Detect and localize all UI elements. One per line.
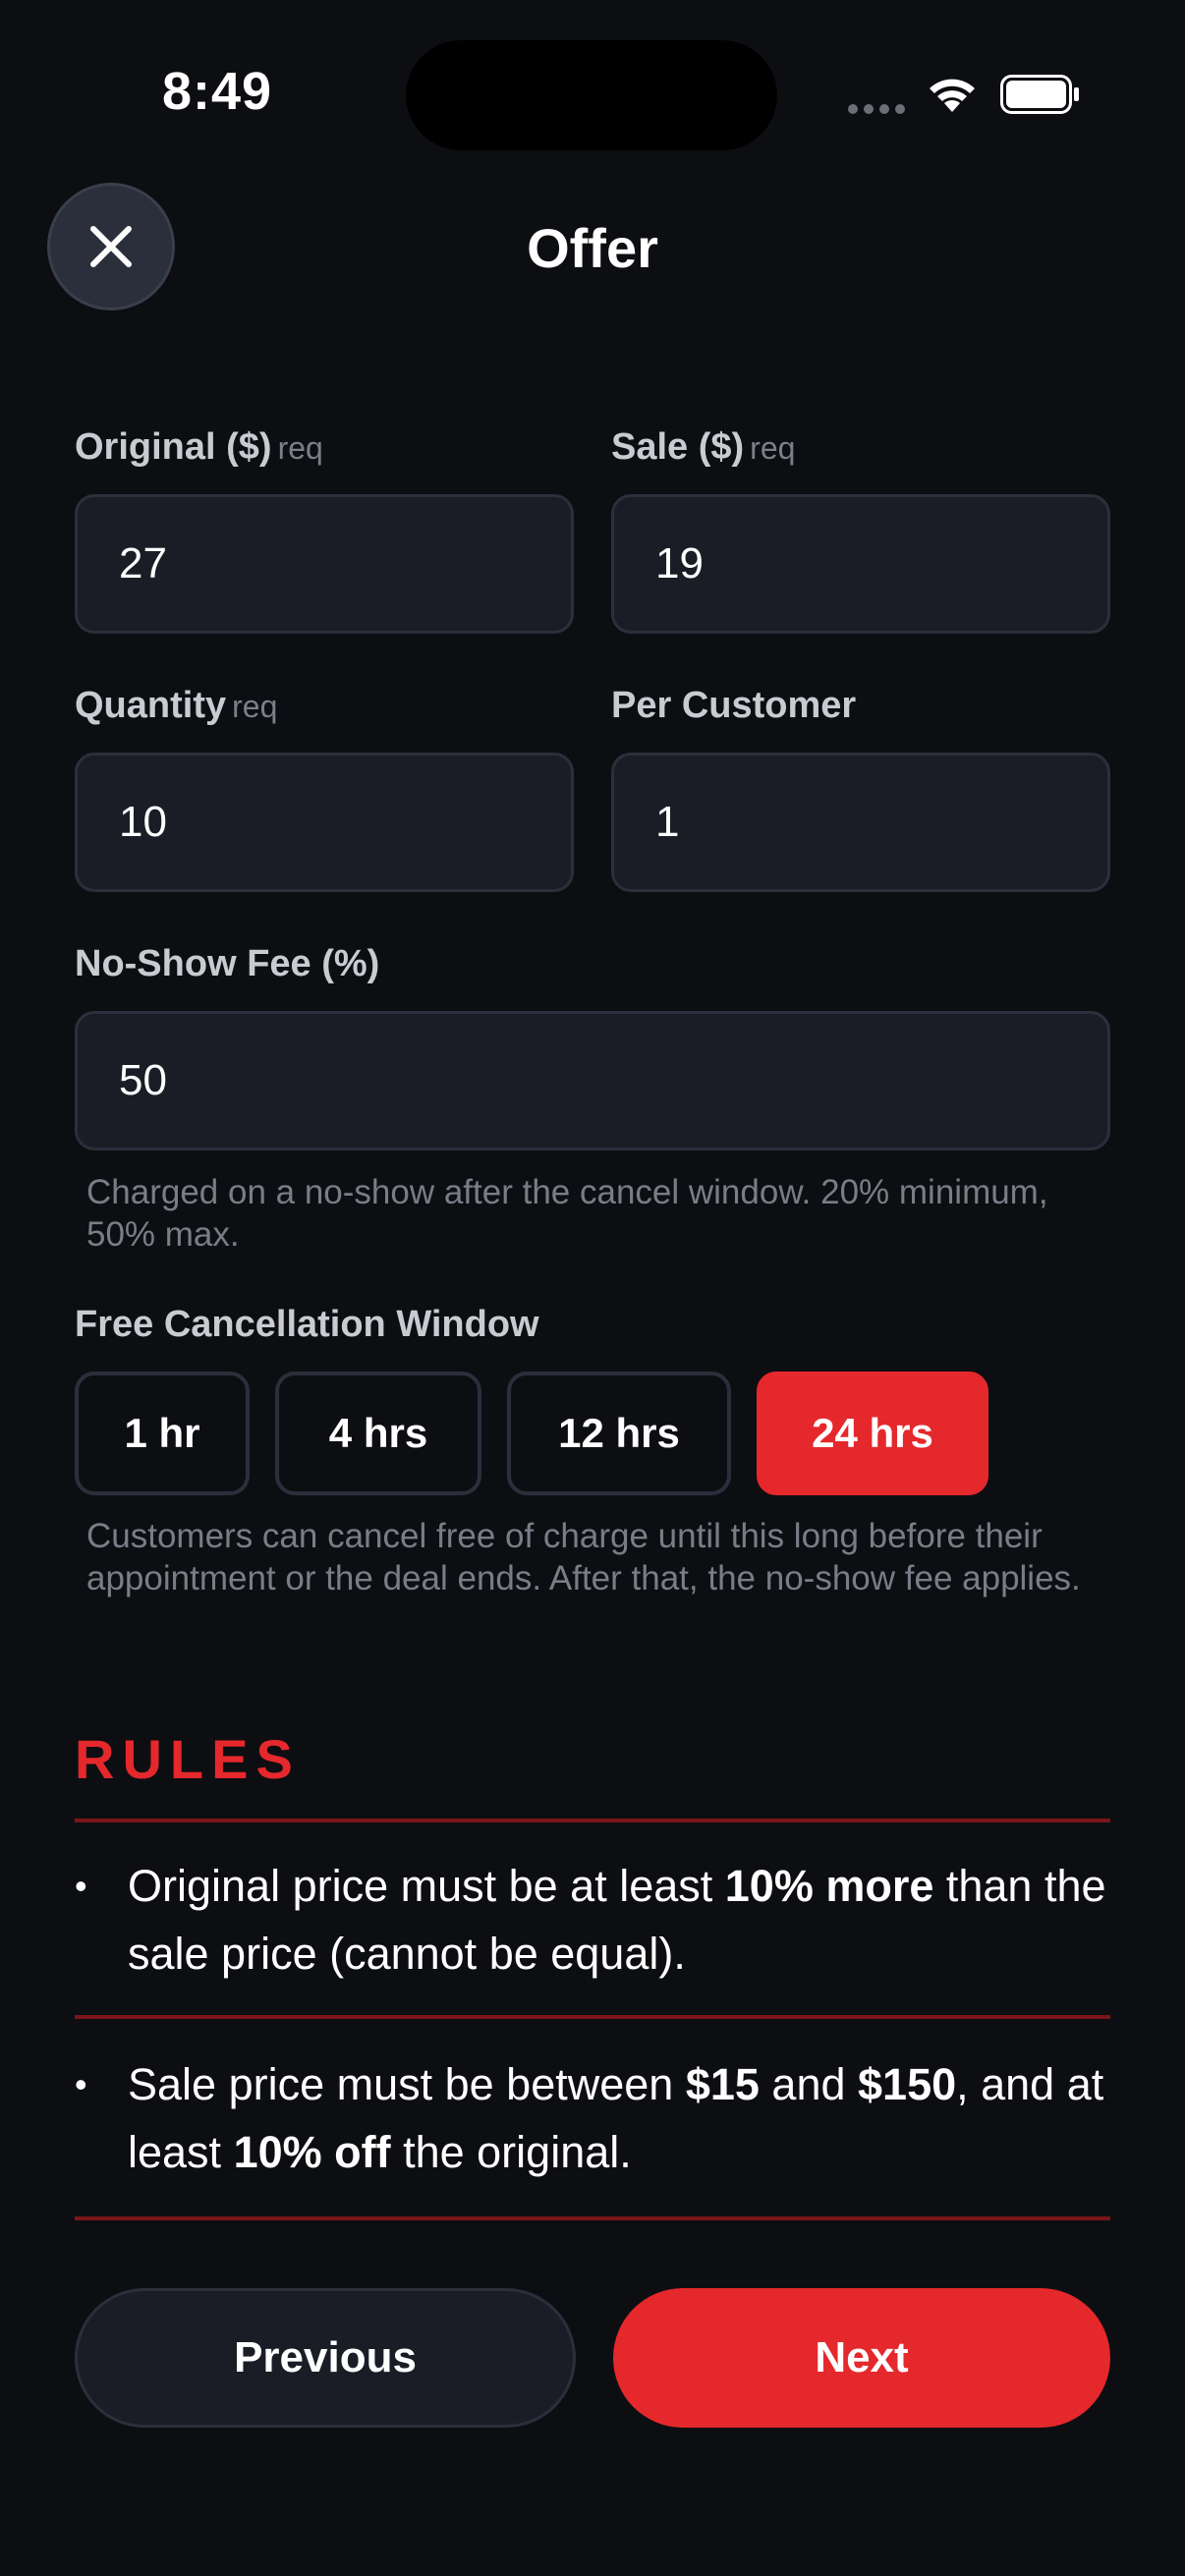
no-show-fee-label: No-Show Fee (%): [75, 943, 380, 984]
cancel-window-12hrs[interactable]: 12 hrs: [507, 1372, 731, 1495]
per-customer-label: Per Customer: [611, 685, 857, 726]
wifi-icon: [930, 79, 975, 112]
quantity-input[interactable]: 10: [75, 753, 574, 892]
cancel-window-4hrs[interactable]: 4 hrs: [275, 1372, 481, 1495]
cancel-window-24hrs[interactable]: 24 hrs: [757, 1372, 988, 1495]
status-time: 8:49: [162, 62, 273, 121]
next-button[interactable]: Next: [613, 2288, 1110, 2428]
original-price-input[interactable]: 27: [75, 494, 574, 634]
rules-divider: [75, 1819, 1110, 1822]
rules-heading: RULES: [75, 1728, 301, 1790]
rules-divider: [75, 2216, 1110, 2220]
cancel-window-1hr[interactable]: 1 hr: [75, 1372, 250, 1495]
cancellation-window-label: Free Cancellation Window: [75, 1304, 539, 1345]
quantity-label: Quantity req: [75, 685, 278, 726]
required-marker: req: [277, 430, 323, 466]
no-show-fee-input[interactable]: 50: [75, 1011, 1110, 1150]
required-marker: req: [232, 689, 278, 724]
battery-icon: [1000, 75, 1079, 114]
bullet: •: [75, 2064, 87, 2104]
sale-price-input[interactable]: 19: [611, 494, 1110, 634]
original-price-label: Original ($) req: [75, 426, 323, 468]
dynamic-island: [406, 40, 777, 150]
cancellation-window-help: Customers can cancel free of charge unti…: [86, 1517, 1081, 1597]
per-customer-input[interactable]: 1: [611, 753, 1110, 892]
bullet: •: [75, 1866, 87, 1906]
sale-price-label: Sale ($) req: [611, 426, 796, 468]
rule-text: Sale price must be between $15 and $150,…: [128, 2059, 1104, 2177]
required-marker: req: [750, 430, 796, 466]
previous-button[interactable]: Previous: [75, 2288, 576, 2428]
rules-divider: [75, 2015, 1110, 2019]
cellular-signal-icon: [848, 104, 905, 114]
rule-item: • Sale price must be between $15 and $15…: [75, 2050, 1110, 2188]
rule-text: Original price must be at least 10% more…: [128, 1861, 1106, 1979]
status-bar: 8:49: [0, 0, 1185, 187]
page-title: Offer: [527, 217, 658, 279]
rule-item: • Original price must be at least 10% mo…: [75, 1852, 1110, 1989]
no-show-fee-help: Charged on a no-show after the cancel wi…: [86, 1173, 1048, 1254]
